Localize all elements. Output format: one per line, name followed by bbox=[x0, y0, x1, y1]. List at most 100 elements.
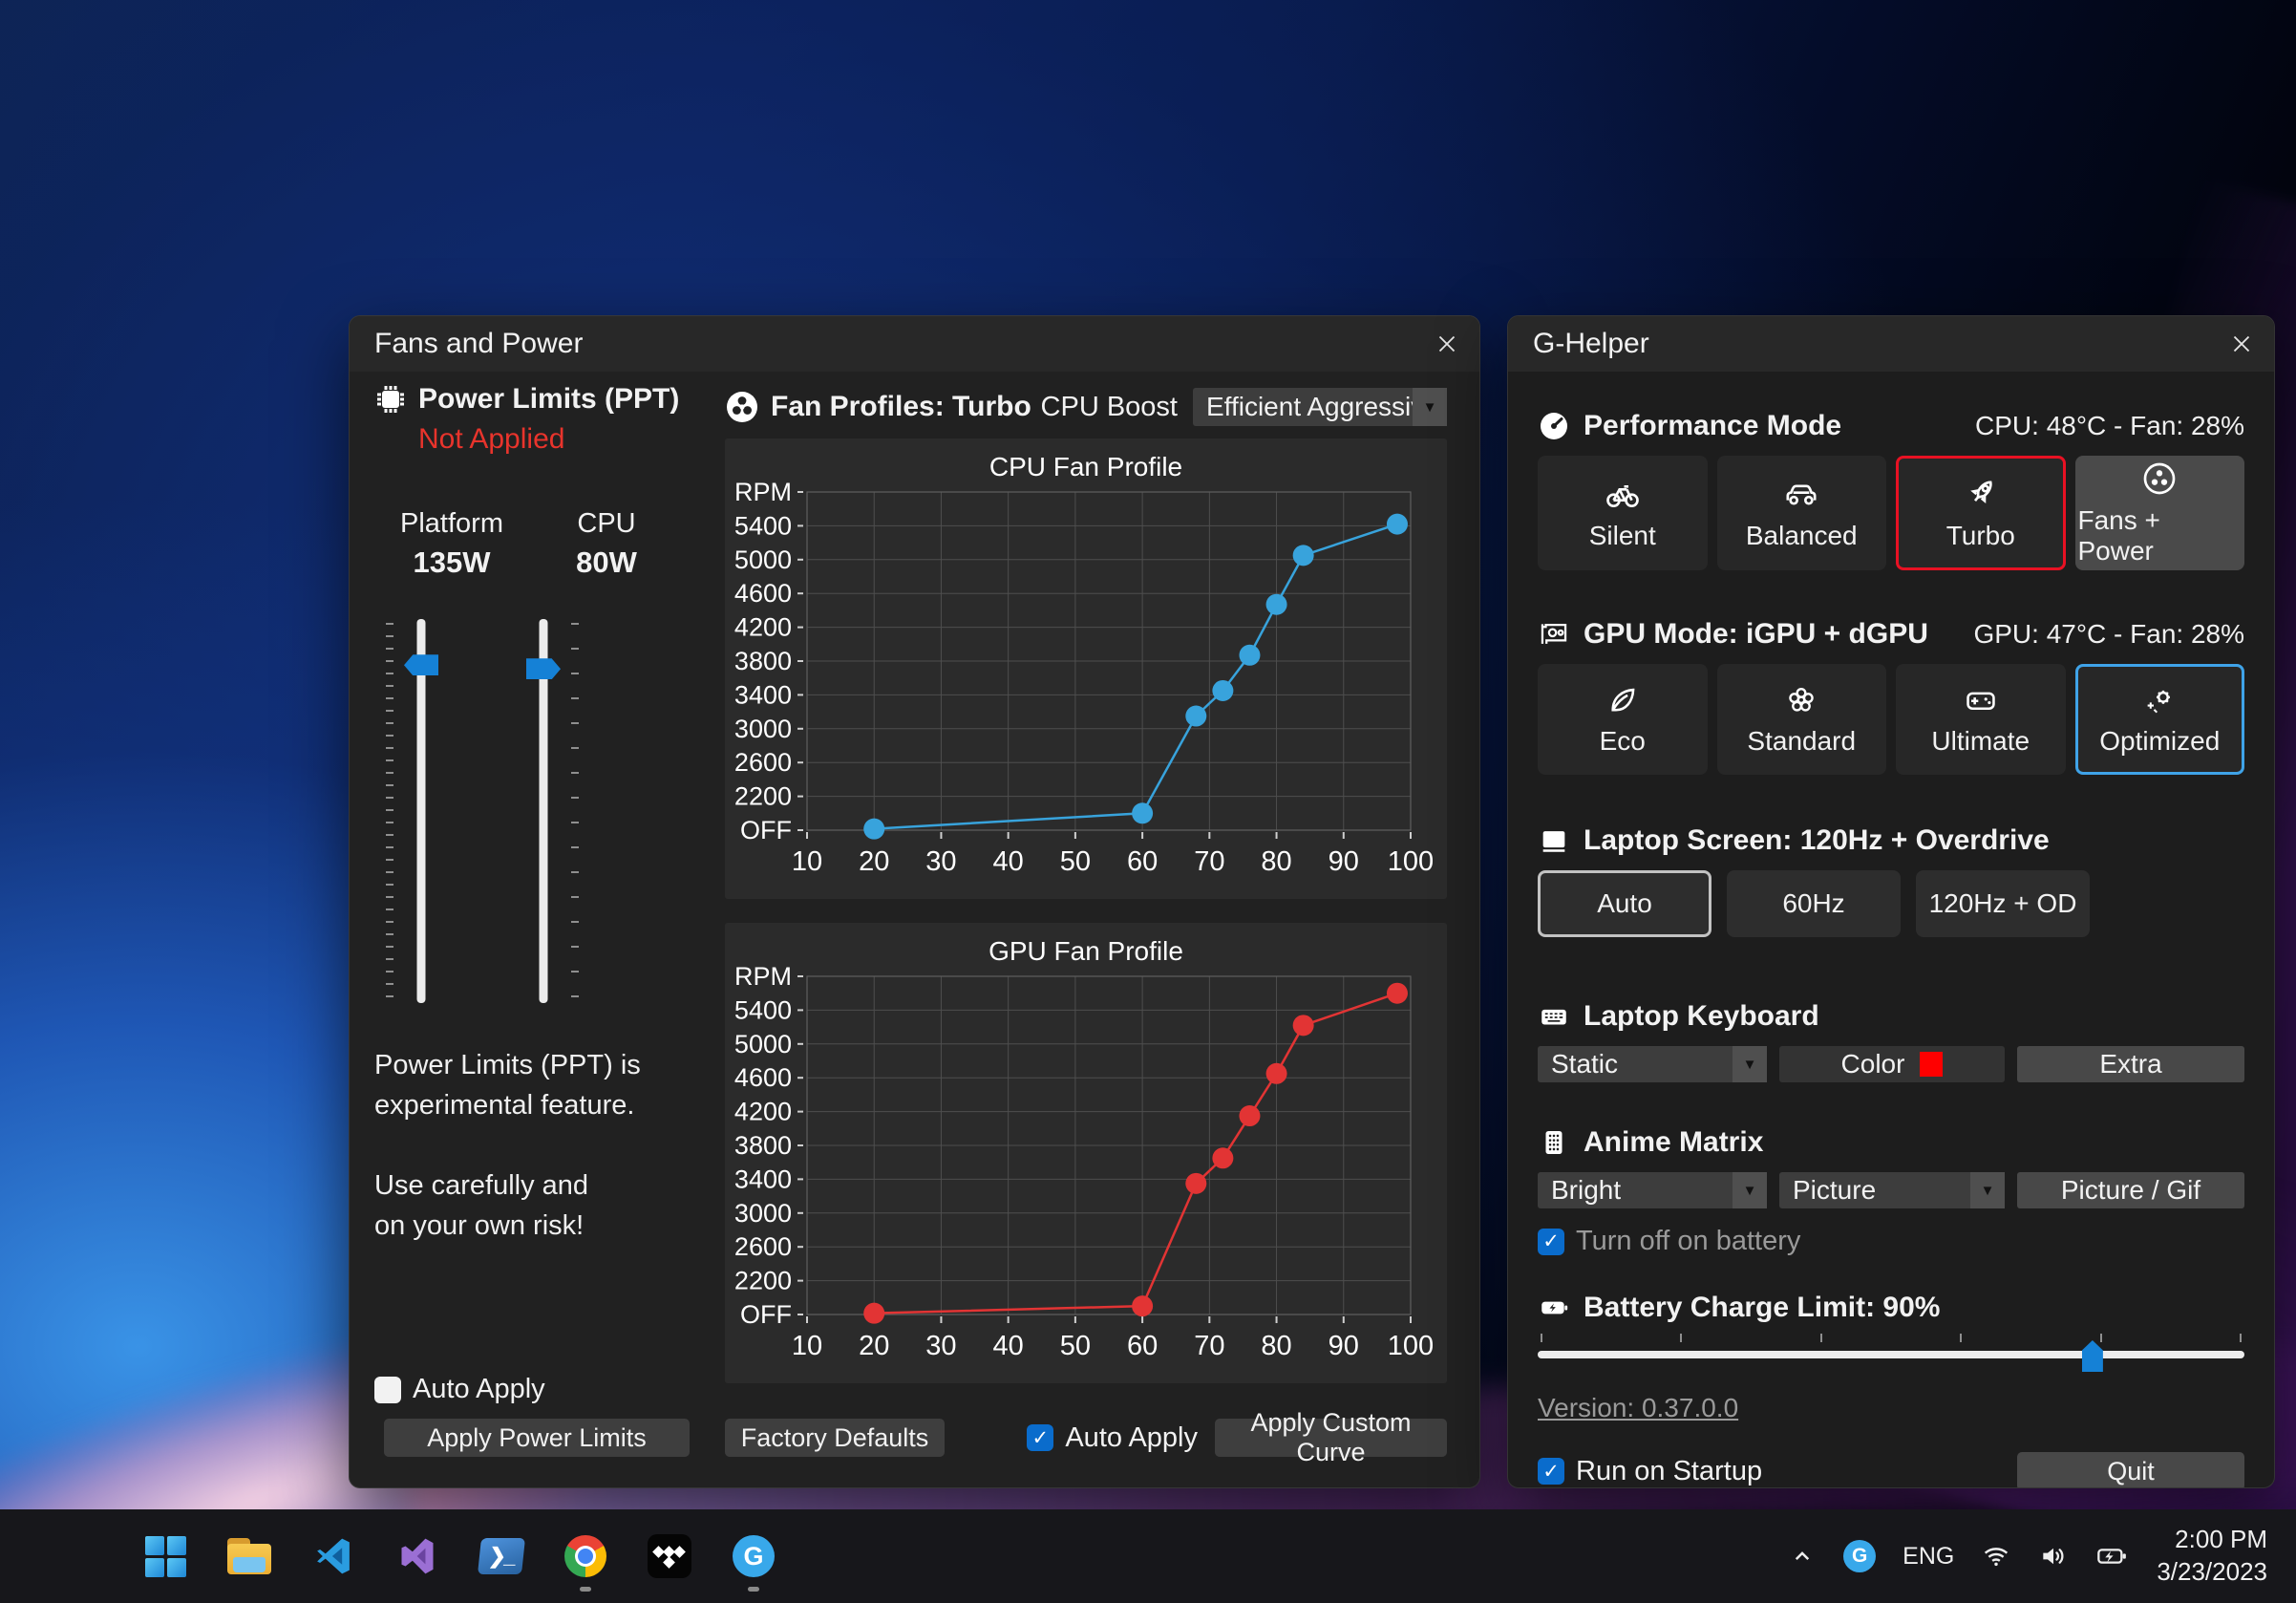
svg-text:70: 70 bbox=[1194, 1331, 1224, 1361]
factory-defaults-button[interactable]: Factory Defaults bbox=[725, 1419, 945, 1457]
perf-mode-balanced-button[interactable]: Balanced bbox=[1717, 456, 1887, 570]
keyboard-mode-select[interactable]: Static ▼ bbox=[1538, 1046, 1767, 1082]
color-swatch bbox=[1920, 1052, 1943, 1077]
gpu-mode-ultimate-button[interactable]: Ultimate bbox=[1896, 664, 2066, 775]
perf-mode-fans-power-button[interactable]: Fans + Power bbox=[2075, 456, 2245, 570]
fan-profiles-header: Fan Profiles: Turbo bbox=[771, 391, 1031, 423]
performance-mode-buttons: Silent Balanced bbox=[1538, 456, 2244, 570]
laptop-keyboard-header: Laptop Keyboard bbox=[1584, 1000, 1819, 1033]
matrix-battery-checkbox[interactable]: ✓ Turn off on battery bbox=[1538, 1226, 2244, 1257]
platform-slider[interactable] bbox=[402, 619, 440, 1003]
volume-icon[interactable] bbox=[2038, 1541, 2069, 1571]
language-indicator[interactable]: ENG bbox=[1903, 1543, 1954, 1571]
clock-date: 3/23/2023 bbox=[2157, 1556, 2267, 1589]
close-icon[interactable] bbox=[1424, 322, 1470, 366]
matrix-picture-gif-button[interactable]: Picture / Gif bbox=[2017, 1172, 2244, 1208]
close-icon[interactable] bbox=[2219, 322, 2264, 366]
cpu-boost-label: CPU Boost bbox=[1041, 392, 1178, 423]
cpu-fan-chart[interactable]: OFF220026003000340038004200460050005400R… bbox=[725, 482, 1447, 887]
taskbar-clock[interactable]: 2:00 PM 3/23/2023 bbox=[2157, 1524, 2267, 1589]
fans-window-body: Power Limits (PPT) Not Applied Platform … bbox=[350, 372, 1479, 1487]
apply-power-limits-button[interactable]: Apply Power Limits bbox=[384, 1419, 690, 1457]
chevron-down-icon[interactable]: ▼ bbox=[1970, 1172, 2005, 1208]
bicycle-icon bbox=[1604, 475, 1642, 513]
battery-icon[interactable] bbox=[2095, 1541, 2130, 1571]
tidal-icon[interactable] bbox=[648, 1534, 691, 1578]
screen-mode-buttons: Auto 60Hz 120Hz + OD bbox=[1538, 870, 2244, 937]
chevron-down-icon[interactable]: ▼ bbox=[1413, 388, 1447, 426]
gpu-mode-buttons: Eco Standard bbox=[1538, 664, 2244, 769]
chevron-down-icon[interactable]: ▼ bbox=[1733, 1172, 1767, 1208]
power-limit-sliders bbox=[374, 619, 702, 1003]
gpu-chart-title: GPU Fan Profile bbox=[725, 923, 1447, 967]
quit-button[interactable]: Quit bbox=[2017, 1452, 2244, 1488]
checkbox-unchecked-icon bbox=[374, 1377, 401, 1403]
cpu-fan-chart-panel: CPU Fan Profile OFF220026003000340038004… bbox=[725, 438, 1447, 899]
platform-slider-thumb[interactable] bbox=[404, 654, 438, 675]
gpu-mode-eco-button[interactable]: Eco bbox=[1538, 664, 1708, 775]
screen-120hz-od-button[interactable]: 120Hz + OD bbox=[1916, 870, 2090, 937]
cpu-temp-status: CPU: 48°C - Fan: 28% bbox=[1975, 411, 2244, 441]
gpu-mode-standard-button[interactable]: Standard bbox=[1717, 664, 1887, 775]
fans-window-title: Fans and Power bbox=[374, 328, 583, 360]
platform-label: Platform bbox=[395, 505, 508, 543]
keyboard-icon bbox=[1538, 1000, 1570, 1033]
fans-window-titlebar[interactable]: Fans and Power bbox=[350, 316, 1479, 372]
wifi-icon[interactable] bbox=[1981, 1541, 2011, 1571]
matrix-mode-select[interactable]: Picture ▼ bbox=[1779, 1172, 2005, 1208]
chrome-icon[interactable] bbox=[563, 1534, 607, 1578]
vscode-icon[interactable] bbox=[311, 1534, 355, 1578]
svg-text:30: 30 bbox=[925, 846, 956, 877]
matrix-brightness-select[interactable]: Bright ▼ bbox=[1538, 1172, 1767, 1208]
g-helper-title: G-Helper bbox=[1533, 328, 1649, 360]
version-link[interactable]: Version: 0.37.0.0 bbox=[1538, 1393, 1738, 1423]
curve-auto-apply-checkbox[interactable]: ✓ Auto Apply bbox=[1027, 1422, 1198, 1454]
cpu-boost-select[interactable]: Efficient Aggressive ▼ bbox=[1193, 388, 1447, 426]
svg-text:4200: 4200 bbox=[734, 1098, 792, 1126]
gpu-mode-optimized-button[interactable]: Optimized bbox=[2075, 664, 2245, 775]
g-helper-tray-icon[interactable]: G bbox=[1843, 1540, 1876, 1572]
svg-text:40: 40 bbox=[993, 846, 1024, 877]
gpu-fan-chart[interactable]: OFF220026003000340038004200460050005400R… bbox=[725, 967, 1447, 1372]
svg-text:2200: 2200 bbox=[734, 1267, 792, 1295]
power-limits-auto-apply-checkbox[interactable]: Auto Apply bbox=[374, 1374, 702, 1405]
screen-auto-button[interactable]: Auto bbox=[1538, 870, 1711, 937]
car-icon bbox=[1782, 475, 1820, 513]
powershell-icon[interactable]: ❯_ bbox=[479, 1534, 523, 1578]
power-limits-header: Power Limits (PPT) bbox=[418, 383, 679, 416]
perf-mode-silent-button[interactable]: Silent bbox=[1538, 456, 1708, 570]
platform-slider-track[interactable] bbox=[417, 619, 426, 1003]
checkbox-checked-icon: ✓ bbox=[1538, 1458, 1564, 1485]
file-explorer-icon[interactable] bbox=[227, 1534, 271, 1578]
svg-text:OFF: OFF bbox=[740, 816, 792, 844]
chevron-down-icon[interactable]: ▼ bbox=[1733, 1046, 1767, 1082]
svg-text:10: 10 bbox=[792, 846, 822, 877]
keyboard-extra-button[interactable]: Extra bbox=[2017, 1046, 2244, 1082]
cpu-slider[interactable] bbox=[524, 619, 563, 1003]
running-indicator bbox=[748, 1587, 759, 1592]
perf-mode-turbo-button[interactable]: Turbo bbox=[1896, 456, 2066, 570]
run-on-startup-checkbox[interactable]: ✓ Run on Startup bbox=[1538, 1456, 1762, 1487]
g-helper-titlebar[interactable]: G-Helper bbox=[1508, 316, 2274, 372]
svg-text:RPM: RPM bbox=[734, 967, 792, 991]
platform-value: 135W bbox=[395, 543, 508, 583]
anime-matrix-header: Anime Matrix bbox=[1584, 1126, 1763, 1159]
visual-studio-icon[interactable] bbox=[395, 1534, 439, 1578]
start-button[interactable] bbox=[143, 1534, 187, 1578]
svg-text:60: 60 bbox=[1127, 846, 1158, 877]
chevron-up-icon[interactable] bbox=[1788, 1542, 1817, 1571]
g-helper-taskbar-icon[interactable]: G bbox=[732, 1534, 776, 1578]
battery-limit-slider[interactable] bbox=[1538, 1334, 2244, 1372]
svg-text:4200: 4200 bbox=[734, 613, 792, 642]
battery-slider-thumb[interactable] bbox=[2082, 1340, 2103, 1372]
screen-60hz-button[interactable]: 60Hz bbox=[1727, 870, 1901, 937]
battery-slider-ticks bbox=[1538, 1334, 2244, 1343]
cpu-chart-title: CPU Fan Profile bbox=[725, 438, 1447, 482]
svg-text:3000: 3000 bbox=[734, 715, 792, 743]
svg-text:80: 80 bbox=[1261, 846, 1291, 877]
keyboard-color-button[interactable]: Color bbox=[1779, 1046, 2005, 1082]
apply-custom-curve-button[interactable]: Apply Custom Curve bbox=[1215, 1419, 1447, 1457]
battery-slider-track[interactable] bbox=[1538, 1351, 2244, 1358]
svg-text:OFF: OFF bbox=[740, 1300, 792, 1329]
cpu-slider-thumb[interactable] bbox=[526, 658, 561, 679]
